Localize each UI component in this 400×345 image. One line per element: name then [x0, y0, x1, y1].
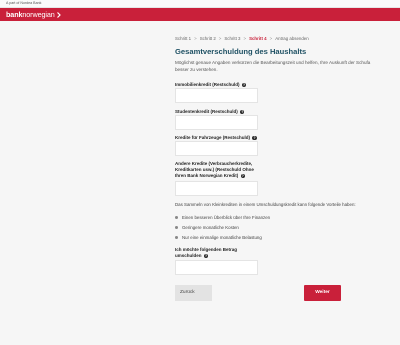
help-icon[interactable]: ?: [241, 82, 247, 87]
benefit-text: Nur eine einmalige monatliche Belastung: [182, 235, 262, 240]
benefit-item: Einen besseren Überblick über Ihre Finan…: [175, 215, 270, 220]
step-separator: >: [194, 36, 197, 41]
step-separator: >: [218, 36, 222, 41]
parent-company-text: A part of Nordea Bank: [6, 1, 42, 5]
bullet-dot-icon: [175, 236, 178, 240]
refinance-amount-label-line: Ich möchte folgenden Betrag: [175, 247, 238, 252]
site-header: banknorwegian: [0, 8, 400, 21]
benefit-text: Geringere monatliche Kosten: [182, 225, 239, 230]
other-loans-label-line: Andere Kredite (Verbraucherkredite,: [175, 161, 253, 166]
car-loan-input[interactable]: [175, 141, 258, 156]
benefit-item: Nur eine einmalige monatliche Belastung: [175, 235, 262, 240]
step-submit: Antrag absenden: [275, 36, 309, 41]
bullet-dot-icon: [175, 216, 178, 220]
benefit-text: Einen besseren Überblick über Ihre Finan…: [182, 215, 271, 220]
other-loans-input[interactable]: [175, 181, 258, 196]
benefit-item: Geringere monatliche Kosten: [175, 225, 239, 230]
intro-text: Möglichst genaue Angaben verkürzen die B…: [175, 60, 371, 72]
step-1: Schritt 1: [175, 36, 192, 41]
back-button[interactable]: Zurück: [175, 285, 212, 301]
page-title: Gesamtverschuldung des Haushalts: [175, 47, 307, 56]
car-loan-label-text: Kredite für Fahrzeuge (Restschuld): [175, 135, 251, 140]
step-4-active: Schritt 4: [249, 36, 267, 41]
refinance-amount-input[interactable]: [175, 260, 258, 275]
next-button[interactable]: Weiter: [304, 285, 341, 301]
benefits-intro: Das Sammeln von Kleinkrediten in einem U…: [175, 202, 356, 207]
help-icon[interactable]: ?: [240, 109, 245, 114]
logo-bold-text: bank: [6, 10, 23, 19]
top-info-bar: A part of Nordea Bank: [0, 0, 400, 8]
step-breadcrumb: Schritt 1 > Schritt 2 > Schritt 3 > Schritt 4 >…: [175, 36, 309, 41]
bank-norwegian-logo[interactable]: banknorwegian: [6, 10, 55, 19]
step-3: Schritt 3: [224, 36, 241, 41]
help-icon[interactable]: ?: [240, 173, 245, 178]
student-loan-input[interactable]: [175, 115, 258, 130]
refinance-amount-label: Ich möchte folgenden Betrag umschulden ?: [175, 247, 237, 259]
step-2: Schritt 2: [199, 36, 216, 41]
help-icon[interactable]: ?: [203, 253, 209, 258]
other-loans-label: Andere Kredite (Verbraucherkredite, Kred…: [175, 161, 254, 179]
bullet-dot-icon: [175, 226, 178, 230]
help-icon[interactable]: ?: [252, 135, 257, 140]
step-separator: >: [243, 36, 247, 41]
other-loans-label-line: Kreditkarten usw.) (Restschuld Ohne: [175, 167, 254, 172]
step-separator: >: [269, 36, 273, 41]
student-loan-label-text: Studentenkredit (Restschuld): [175, 109, 238, 114]
refinance-amount-label-line: umschulden: [175, 253, 202, 258]
mortgage-input[interactable]: [175, 88, 258, 103]
logo-chevron-icon: [57, 11, 61, 18]
mortgage-label-text: Immobilienkredit (Restschuld): [175, 82, 240, 87]
logo-light-text: norwegian: [22, 10, 55, 19]
other-loans-label-line: Ihren Bank Norwegian Kredit): [175, 173, 239, 178]
